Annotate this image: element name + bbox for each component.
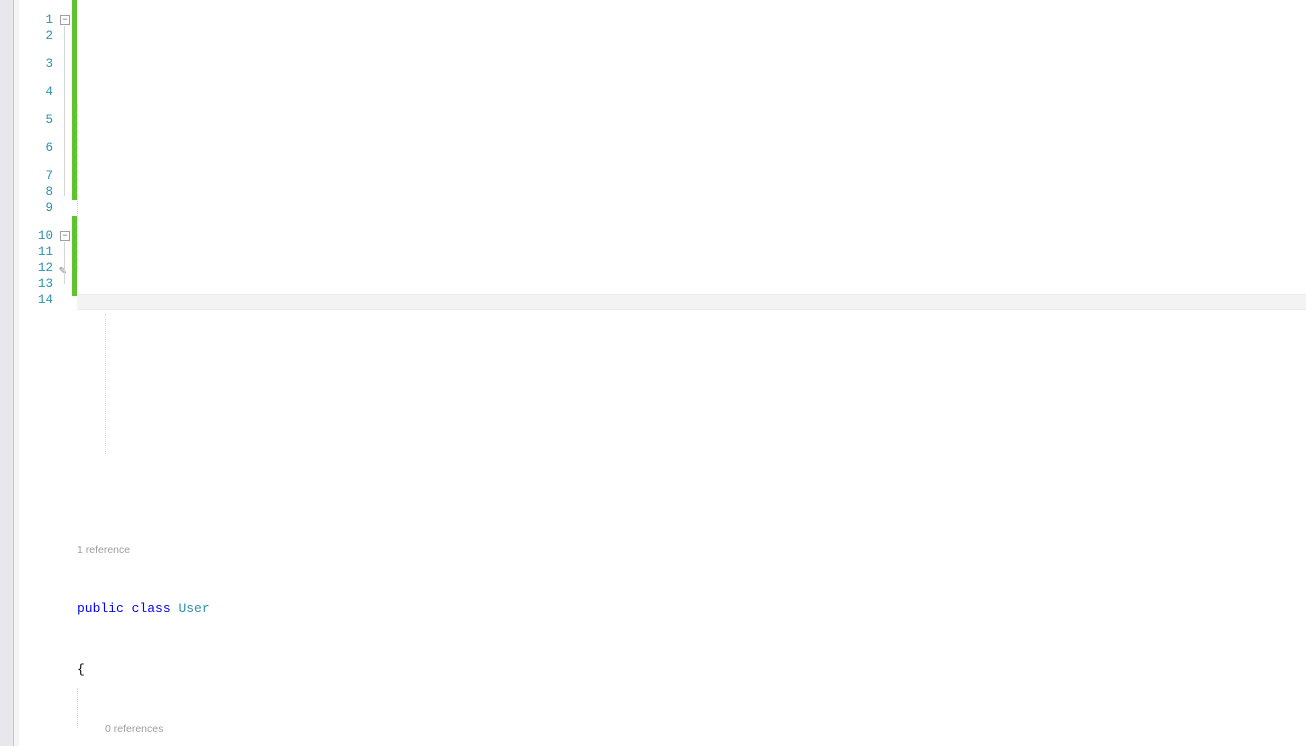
codelens-link[interactable]: 0 references bbox=[77, 723, 1306, 735]
line-number: 3 bbox=[19, 56, 57, 72]
line-number: 14 bbox=[19, 292, 57, 308]
fold-toggle[interactable] bbox=[60, 15, 70, 25]
line-number: 5 bbox=[19, 112, 57, 128]
type-name: User bbox=[178, 601, 209, 616]
code-line[interactable]: public class User bbox=[77, 601, 1306, 617]
code-editor[interactable]: 1 2 3 4 5 6 7 8 9 10 11 12 13 14 ✎ 1 ref bbox=[0, 0, 1306, 746]
line-number: 8 bbox=[19, 184, 57, 200]
line-number: 13 bbox=[19, 276, 57, 292]
fold-line bbox=[64, 26, 65, 196]
brace: { bbox=[77, 662, 85, 677]
current-line-highlight bbox=[77, 294, 1306, 310]
codelens-link[interactable]: 1 reference bbox=[77, 544, 1306, 556]
code-line[interactable]: { bbox=[77, 662, 1306, 678]
fold-line bbox=[64, 242, 65, 284]
line-number: 10 bbox=[19, 228, 57, 244]
line-number: 11 bbox=[19, 244, 57, 260]
line-number: 2 bbox=[19, 28, 57, 44]
line-number: 9 bbox=[19, 200, 57, 216]
line-number: 6 bbox=[19, 140, 57, 156]
indent-guide bbox=[77, 688, 78, 728]
vertical-scrollbar[interactable] bbox=[0, 0, 14, 746]
line-number: 4 bbox=[19, 84, 57, 100]
keyword: public bbox=[77, 601, 124, 616]
fold-toggle[interactable] bbox=[60, 231, 70, 241]
indent-guide bbox=[77, 104, 78, 272]
outline-margin bbox=[57, 0, 77, 746]
line-number: 1 bbox=[19, 12, 57, 28]
line-number: 7 bbox=[19, 168, 57, 184]
keyword: class bbox=[132, 601, 171, 616]
line-number: 12 bbox=[19, 260, 57, 276]
code-area[interactable]: 1 reference public class User { 0 refere… bbox=[77, 0, 1306, 746]
indent-guide bbox=[105, 314, 106, 454]
line-number-gutter: 1 2 3 4 5 6 7 8 9 10 11 12 13 14 ✎ bbox=[19, 0, 57, 746]
